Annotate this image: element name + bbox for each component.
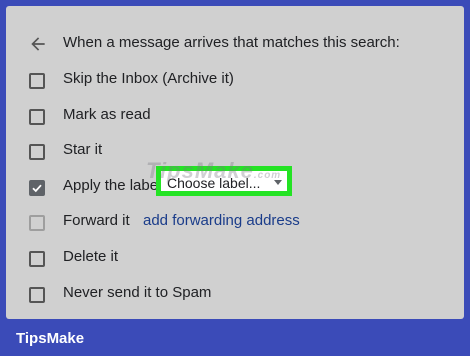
choose-label-value: Choose label...	[167, 175, 261, 191]
filter-header: When a message arrives that matches this…	[6, 28, 464, 60]
choose-label-dropdown[interactable]: Choose label...	[156, 166, 292, 196]
mark-as-read-checkbox[interactable]	[29, 109, 45, 125]
option-mark-as-read: Mark as read	[6, 103, 464, 131]
option-forward-it: Forward it add forwarding address	[6, 209, 464, 237]
option-star-it: Star it	[6, 138, 464, 166]
checkmark-icon	[32, 184, 42, 193]
delete-it-checkbox[interactable]	[29, 251, 45, 267]
filter-header-text: When a message arrives that matches this…	[63, 34, 400, 51]
option-never-spam: Never send it to Spam	[6, 281, 464, 309]
option-delete-it: Delete it	[6, 245, 464, 273]
add-forwarding-address-link[interactable]: add forwarding address	[143, 212, 300, 229]
delete-it-label: Delete it	[63, 248, 119, 265]
mark-as-read-label: Mark as read	[63, 106, 151, 123]
apply-label-checkbox[interactable]	[29, 180, 45, 196]
never-spam-checkbox[interactable]	[29, 287, 45, 303]
skip-inbox-checkbox[interactable]	[29, 73, 45, 89]
filter-actions-panel: When a message arrives that matches this…	[6, 6, 464, 319]
star-it-checkbox[interactable]	[29, 144, 45, 160]
caret-down-icon	[274, 180, 282, 185]
option-skip-inbox: Skip the Inbox (Archive it)	[6, 67, 464, 95]
arrow-left-icon[interactable]	[28, 34, 48, 54]
footer-brand-name: TipsMake	[16, 330, 85, 347]
option-apply-label: Apply the label: Choose label...	[6, 166, 464, 202]
skip-inbox-label: Skip the Inbox (Archive it)	[63, 70, 234, 87]
never-spam-label: Never send it to Spam	[63, 284, 212, 301]
apply-label-label: Apply the label:	[63, 177, 166, 194]
forward-it-checkbox[interactable]	[29, 215, 45, 231]
forward-it-label: Forward it	[63, 212, 130, 229]
star-it-label: Star it	[63, 141, 103, 158]
